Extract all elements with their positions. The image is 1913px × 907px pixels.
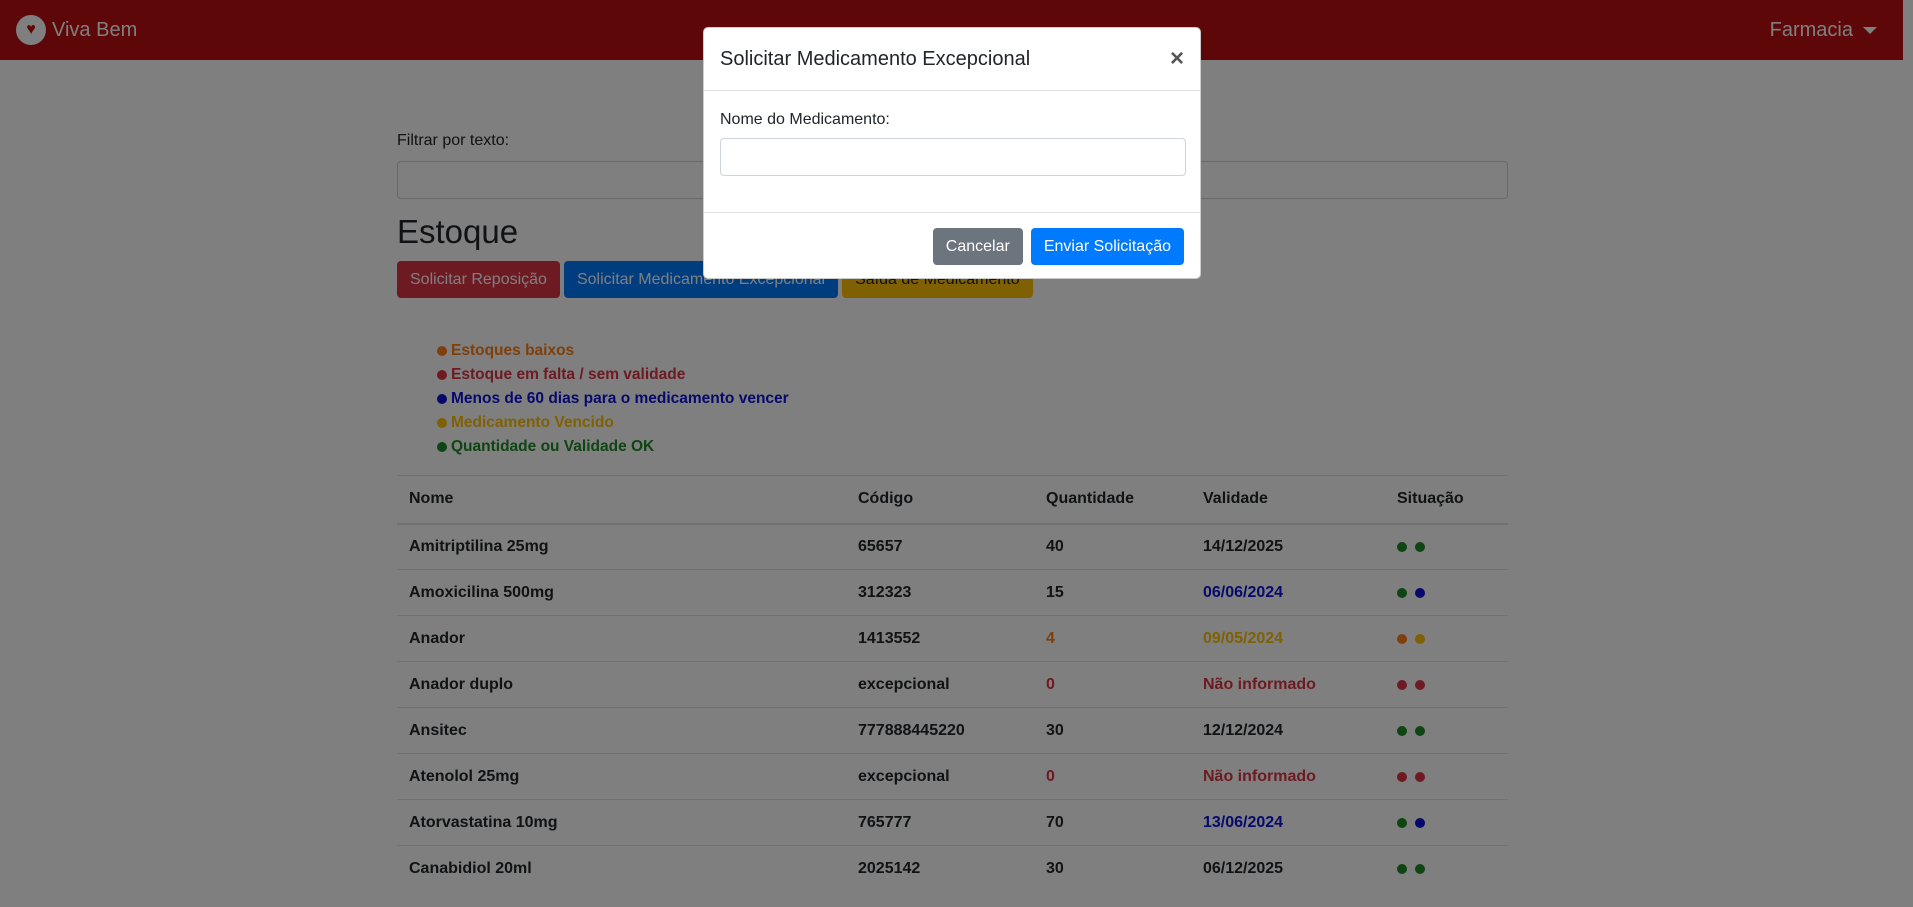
modal-title: Solicitar Medicamento Excepcional	[720, 47, 1031, 70]
submit-request-button[interactable]: Enviar Solicitação	[1030, 228, 1184, 265]
modal-header: Solicitar Medicamento Excepcional ×	[704, 28, 1200, 91]
modal-body: Nome do Medicamento:	[704, 91, 1200, 213]
medication-name-label: Nome do Medicamento:	[720, 111, 890, 128]
close-icon[interactable]: ×	[1170, 47, 1184, 71]
modal-footer: Cancelar Enviar Solicitação	[704, 213, 1200, 281]
medication-name-input[interactable]	[720, 138, 1186, 176]
exceptional-request-modal: Solicitar Medicamento Excepcional × Nome…	[703, 27, 1201, 279]
cancel-button[interactable]: Cancelar	[932, 228, 1023, 265]
